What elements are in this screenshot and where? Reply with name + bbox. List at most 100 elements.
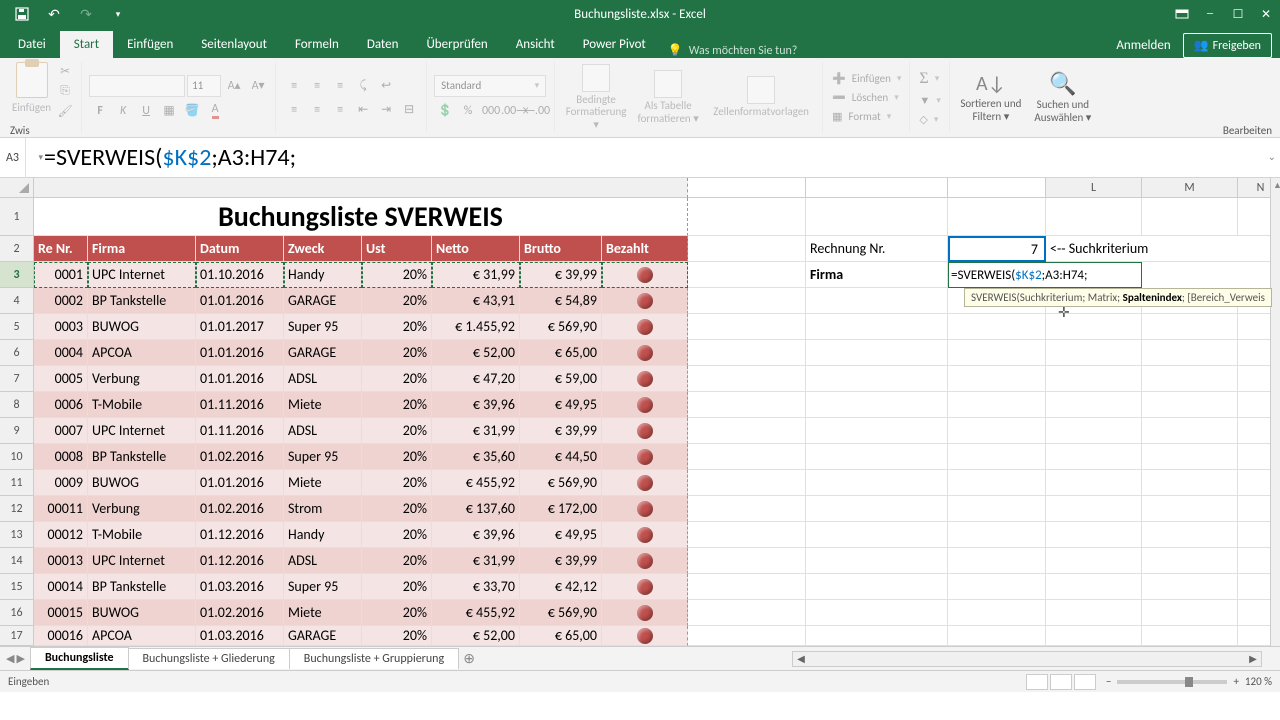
- suchkriterium-label[interactable]: <-- Suchkriterium: [1046, 236, 1280, 262]
- cell-empty[interactable]: [948, 392, 1046, 418]
- cell-empty[interactable]: [1046, 392, 1142, 418]
- scroll-right-icon[interactable]: ▶: [1245, 652, 1261, 665]
- cell-styles-button[interactable]: Zellenformatvorlagen: [706, 62, 816, 133]
- underline-button[interactable]: U: [135, 101, 157, 121]
- table-cell[interactable]: € 49,95: [520, 392, 602, 418]
- row-header-13[interactable]: 13: [0, 522, 34, 548]
- align-center-icon[interactable]: ≡: [306, 100, 328, 120]
- comma-icon[interactable]: 000: [480, 101, 502, 121]
- cell-empty[interactable]: [688, 314, 806, 340]
- cell-empty[interactable]: [688, 392, 806, 418]
- cell-empty[interactable]: [948, 470, 1046, 496]
- horizontal-scrollbar[interactable]: ◀▶: [792, 651, 1262, 667]
- cell-empty[interactable]: [688, 600, 806, 626]
- row-header-11[interactable]: 11: [0, 470, 34, 496]
- table-cell[interactable]: [602, 522, 688, 548]
- fill-color-icon[interactable]: 🪣: [181, 101, 203, 121]
- table-cell[interactable]: UPC Internet: [88, 262, 196, 288]
- formula-input[interactable]: =SVERWEIS($K$2;A3:H74;: [26, 143, 296, 172]
- table-cell[interactable]: 00014: [34, 574, 88, 600]
- table-cell[interactable]: € 52,00: [432, 340, 520, 366]
- table-cell[interactable]: € 49,95: [520, 522, 602, 548]
- table-cell[interactable]: T-Mobile: [88, 522, 196, 548]
- table-cell[interactable]: 0002: [34, 288, 88, 314]
- indent-inc-icon[interactable]: ⇥: [375, 100, 397, 120]
- col-header-k[interactable]: [948, 178, 1046, 198]
- conditional-formatting-button[interactable]: Bedingte Formatierung ▾: [562, 62, 630, 133]
- table-cell[interactable]: Super 95: [284, 574, 362, 600]
- cell-empty[interactable]: [1046, 626, 1142, 646]
- cell-empty[interactable]: [1046, 340, 1142, 366]
- cell-empty[interactable]: [948, 314, 1046, 340]
- cell-empty[interactable]: [948, 626, 1046, 646]
- sheet-tab-3[interactable]: Buchungsliste + Gruppierung: [289, 648, 459, 669]
- table-cell[interactable]: € 172,00: [520, 496, 602, 522]
- row-header-9[interactable]: 9: [0, 418, 34, 444]
- table-cell[interactable]: Handy: [284, 262, 362, 288]
- table-cell[interactable]: 00012: [34, 522, 88, 548]
- sheet-nav-prev-icon[interactable]: ◀: [6, 652, 14, 665]
- row-header-15[interactable]: 15: [0, 574, 34, 600]
- row-header-8[interactable]: 8: [0, 392, 34, 418]
- cell-empty[interactable]: [806, 470, 948, 496]
- row-header-16[interactable]: 16: [0, 600, 34, 626]
- cell-empty[interactable]: [1142, 470, 1238, 496]
- cell-empty[interactable]: [1046, 444, 1142, 470]
- table-cell[interactable]: GARAGE: [284, 626, 362, 646]
- view-normal-icon[interactable]: [1026, 674, 1048, 690]
- inc-decimal-icon[interactable]: .00→: [503, 101, 525, 121]
- table-cell[interactable]: [602, 262, 688, 288]
- cell-empty[interactable]: [1046, 470, 1142, 496]
- table-cell[interactable]: [602, 600, 688, 626]
- col-header-L[interactable]: L: [1046, 178, 1142, 198]
- cell-empty[interactable]: [1142, 314, 1238, 340]
- table-cell[interactable]: 20%: [362, 288, 432, 314]
- table-cell[interactable]: ADSL: [284, 366, 362, 392]
- table-cell[interactable]: Strom: [284, 496, 362, 522]
- row-header-6[interactable]: 6: [0, 340, 34, 366]
- cell-empty[interactable]: [1142, 600, 1238, 626]
- table-cell[interactable]: T-Mobile: [88, 392, 196, 418]
- cell-empty[interactable]: [806, 198, 948, 236]
- table-cell[interactable]: GARAGE: [284, 340, 362, 366]
- find-select-button[interactable]: 🔍Suchen und Auswählen ▾: [1029, 62, 1097, 133]
- cell-empty[interactable]: [806, 340, 948, 366]
- table-cell[interactable]: € 31,99: [432, 548, 520, 574]
- table-cell[interactable]: 01.03.2016: [196, 626, 284, 646]
- copy-icon[interactable]: ⎘: [55, 82, 75, 100]
- cell-empty[interactable]: [806, 626, 948, 646]
- cell-empty[interactable]: [948, 418, 1046, 444]
- table-cell[interactable]: 20%: [362, 340, 432, 366]
- align-mid-icon[interactable]: ≡: [306, 76, 328, 96]
- save-icon[interactable]: [8, 2, 36, 26]
- align-right-icon[interactable]: ≡: [329, 100, 351, 120]
- cell-empty[interactable]: [948, 600, 1046, 626]
- table-cell[interactable]: 20%: [362, 522, 432, 548]
- border-icon[interactable]: ▦: [158, 101, 180, 121]
- row-header-4[interactable]: 4: [0, 288, 34, 314]
- view-pagebreak-icon[interactable]: [1074, 674, 1096, 690]
- row-header-10[interactable]: 10: [0, 444, 34, 470]
- cell-empty[interactable]: [688, 496, 806, 522]
- merge-icon[interactable]: ⊟: [398, 100, 420, 120]
- align-top-icon[interactable]: ≡: [283, 76, 305, 96]
- table-cell[interactable]: BUWOG: [88, 470, 196, 496]
- zoom-slider[interactable]: [1117, 680, 1227, 684]
- table-cell[interactable]: UPC Internet: [88, 418, 196, 444]
- cell-empty[interactable]: [688, 198, 806, 236]
- cell-empty[interactable]: [1142, 198, 1238, 236]
- col-header-range[interactable]: [34, 178, 688, 198]
- table-cell[interactable]: € 44,50: [520, 444, 602, 470]
- table-cell[interactable]: [602, 392, 688, 418]
- cell-empty[interactable]: [948, 340, 1046, 366]
- sheet-nav-next-icon[interactable]: ▶: [16, 652, 24, 665]
- orientation-icon[interactable]: ⤹: [352, 76, 374, 96]
- maximize-icon[interactable]: ☐: [1224, 0, 1252, 28]
- table-cell[interactable]: [602, 314, 688, 340]
- view-layout-icon[interactable]: [1050, 674, 1072, 690]
- tab-powerpivot[interactable]: Power Pivot: [569, 31, 660, 58]
- table-cell[interactable]: 0007: [34, 418, 88, 444]
- align-bot-icon[interactable]: ≡: [329, 76, 351, 96]
- table-cell[interactable]: [602, 418, 688, 444]
- cell-empty[interactable]: [806, 574, 948, 600]
